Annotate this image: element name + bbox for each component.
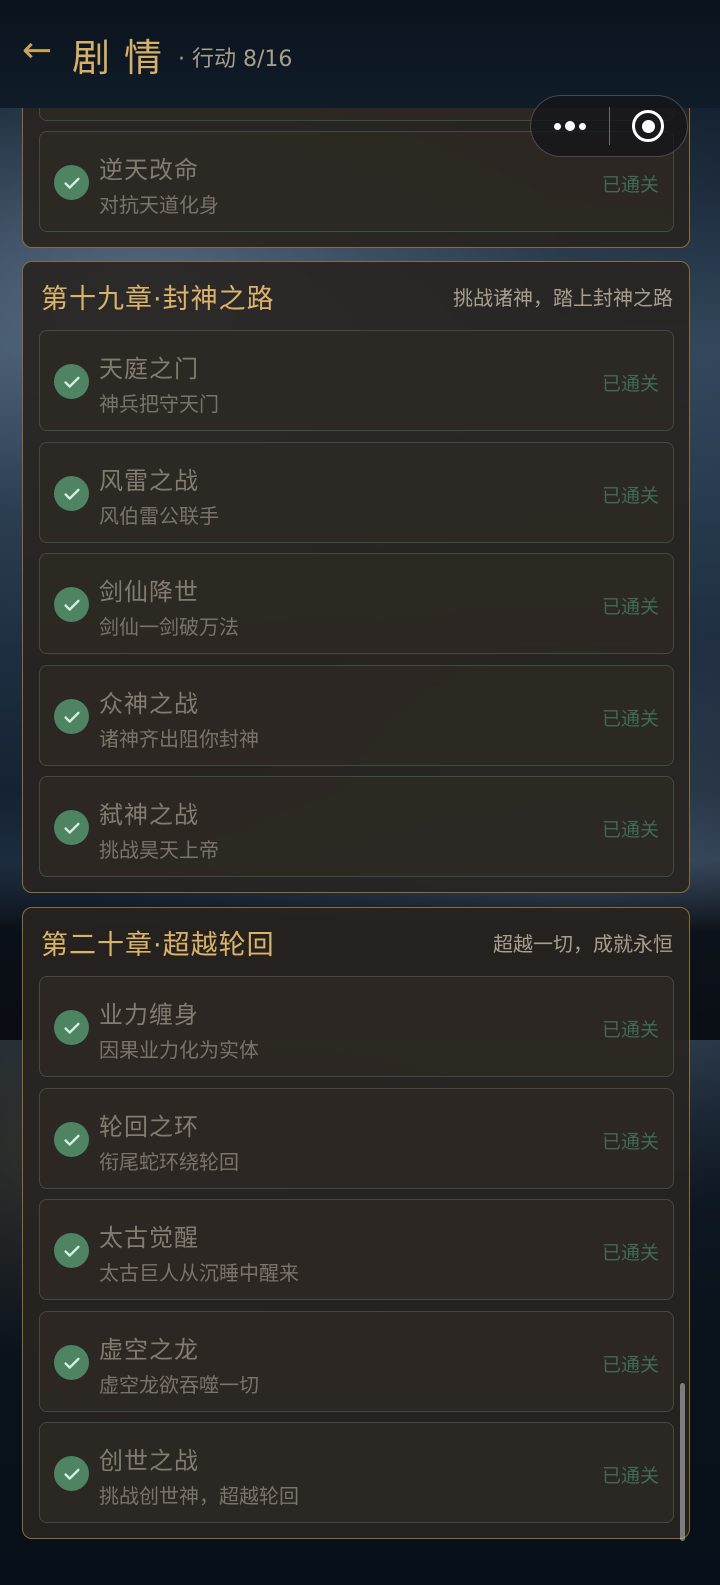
level-card[interactable]: 众神之战 诸神齐出阻你封神 已通关 (39, 665, 674, 766)
level-card[interactable]: 轮回之环 衔尾蛇环绕轮回 已通关 (39, 1088, 674, 1189)
level-status: 已通关 (601, 596, 659, 618)
level-status: 已通关 (601, 819, 659, 841)
level-desc: 太古巨人从沉睡中醒来 (99, 1261, 299, 1285)
more-dot-icon (564, 121, 575, 131)
level-name: 轮回之环 (99, 1113, 199, 1141)
level-desc: 剑仙一剑破万法 (99, 615, 239, 639)
more-dot-icon (578, 122, 586, 130)
chapter-subtitle: 挑战诸神，踏上封神之路 (453, 285, 673, 310)
level-card[interactable]: 太古觉醒 太古巨人从沉睡中醒来 已通关 (39, 1199, 674, 1300)
check-icon (54, 364, 89, 399)
more-options-button[interactable] (531, 96, 609, 156)
level-desc: 因果业力化为实体 (99, 1038, 259, 1062)
check-icon (54, 587, 89, 622)
check-icon (54, 699, 89, 734)
level-name: 弑神之战 (99, 801, 199, 829)
level-desc: 虚空龙欲吞噬一切 (99, 1373, 259, 1397)
check-icon (54, 1456, 89, 1491)
more-dot-icon (553, 122, 561, 130)
level-name: 太古觉醒 (99, 1224, 199, 1252)
check-icon (54, 476, 89, 511)
level-card[interactable]: 业力缠身 因果业力化为实体 已通关 (39, 976, 674, 1077)
close-miniprogram-button[interactable] (610, 96, 688, 156)
level-name: 逆天改命 (99, 156, 199, 184)
check-icon (54, 165, 89, 200)
level-desc: 挑战昊天上帝 (99, 838, 219, 862)
chapter-title: 第二十章·超越轮回 (41, 929, 275, 961)
level-name: 创世之战 (99, 1447, 199, 1475)
level-name: 虚空之龙 (99, 1336, 199, 1364)
level-card[interactable]: 弑神之战 挑战昊天上帝 已通关 (39, 776, 674, 877)
level-name: 风雷之战 (99, 467, 199, 495)
check-icon (54, 1122, 89, 1157)
level-status: 已通关 (601, 1131, 659, 1153)
level-name: 业力缠身 (99, 1001, 199, 1029)
chapter-title: 第十九章·封神之路 (41, 283, 275, 315)
level-status: 已通关 (601, 1354, 659, 1376)
check-icon (54, 1345, 89, 1380)
level-status: 已通关 (601, 708, 659, 730)
level-status: 已通关 (601, 174, 659, 196)
check-icon (54, 1233, 89, 1268)
level-status: 已通关 (601, 1242, 659, 1264)
scrollbar[interactable] (680, 1383, 685, 1541)
level-card[interactable]: 剑仙降世 剑仙一剑破万法 已通关 (39, 553, 674, 654)
chapter-subtitle: 超越一切，成就永恒 (493, 931, 673, 956)
level-desc: 衔尾蛇环绕轮回 (99, 1150, 239, 1174)
check-icon (54, 810, 89, 845)
chapter-card: 第十九章·封神之路 挑战诸神，踏上封神之路 天庭之门 神兵把守天门 已通关 风雷… (22, 261, 690, 893)
level-status: 已通关 (601, 485, 659, 507)
level-card[interactable]: 风雷之战 风伯雷公联手 已通关 (39, 442, 674, 543)
level-name: 众神之战 (99, 690, 199, 718)
level-name: 剑仙降世 (99, 578, 199, 606)
back-arrow-icon[interactable]: ← (22, 33, 62, 69)
level-desc: 风伯雷公联手 (99, 504, 219, 528)
level-desc: 诸神齐出阻你封神 (99, 727, 259, 751)
level-status: 已通关 (601, 1465, 659, 1487)
target-circle-icon (632, 110, 665, 142)
top-bar-overlay: ← 剧情 · 行动 8/16 (0, 0, 720, 108)
level-status: 已通关 (601, 373, 659, 395)
chapter-header: 第二十章·超越轮回 超越一切，成就永恒 (23, 908, 689, 976)
level-name: 天庭之门 (99, 355, 199, 383)
level-desc: 神兵把守天门 (99, 392, 219, 416)
level-card[interactable]: 虚空之龙 虚空龙欲吞噬一切 已通关 (39, 1311, 674, 1412)
page-title: 剧情 (72, 35, 177, 80)
check-icon (54, 1010, 89, 1045)
chapter-card: 第二十章·超越轮回 超越一切，成就永恒 业力缠身 因果业力化为实体 已通关 轮回… (22, 907, 690, 1539)
miniprogram-capsule (530, 95, 688, 157)
action-counter: · 行动 8/16 (178, 47, 293, 72)
chapter-header: 第十九章·封神之路 挑战诸神，踏上封神之路 (23, 262, 689, 330)
level-status: 已通关 (601, 1019, 659, 1041)
level-card[interactable]: 创世之战 挑战创世神，超越轮回 已通关 (39, 1422, 674, 1523)
level-card[interactable]: 天庭之门 神兵把守天门 已通关 (39, 330, 674, 431)
level-desc: 挑战创世神，超越轮回 (99, 1484, 299, 1508)
level-desc: 对抗天道化身 (99, 193, 219, 217)
